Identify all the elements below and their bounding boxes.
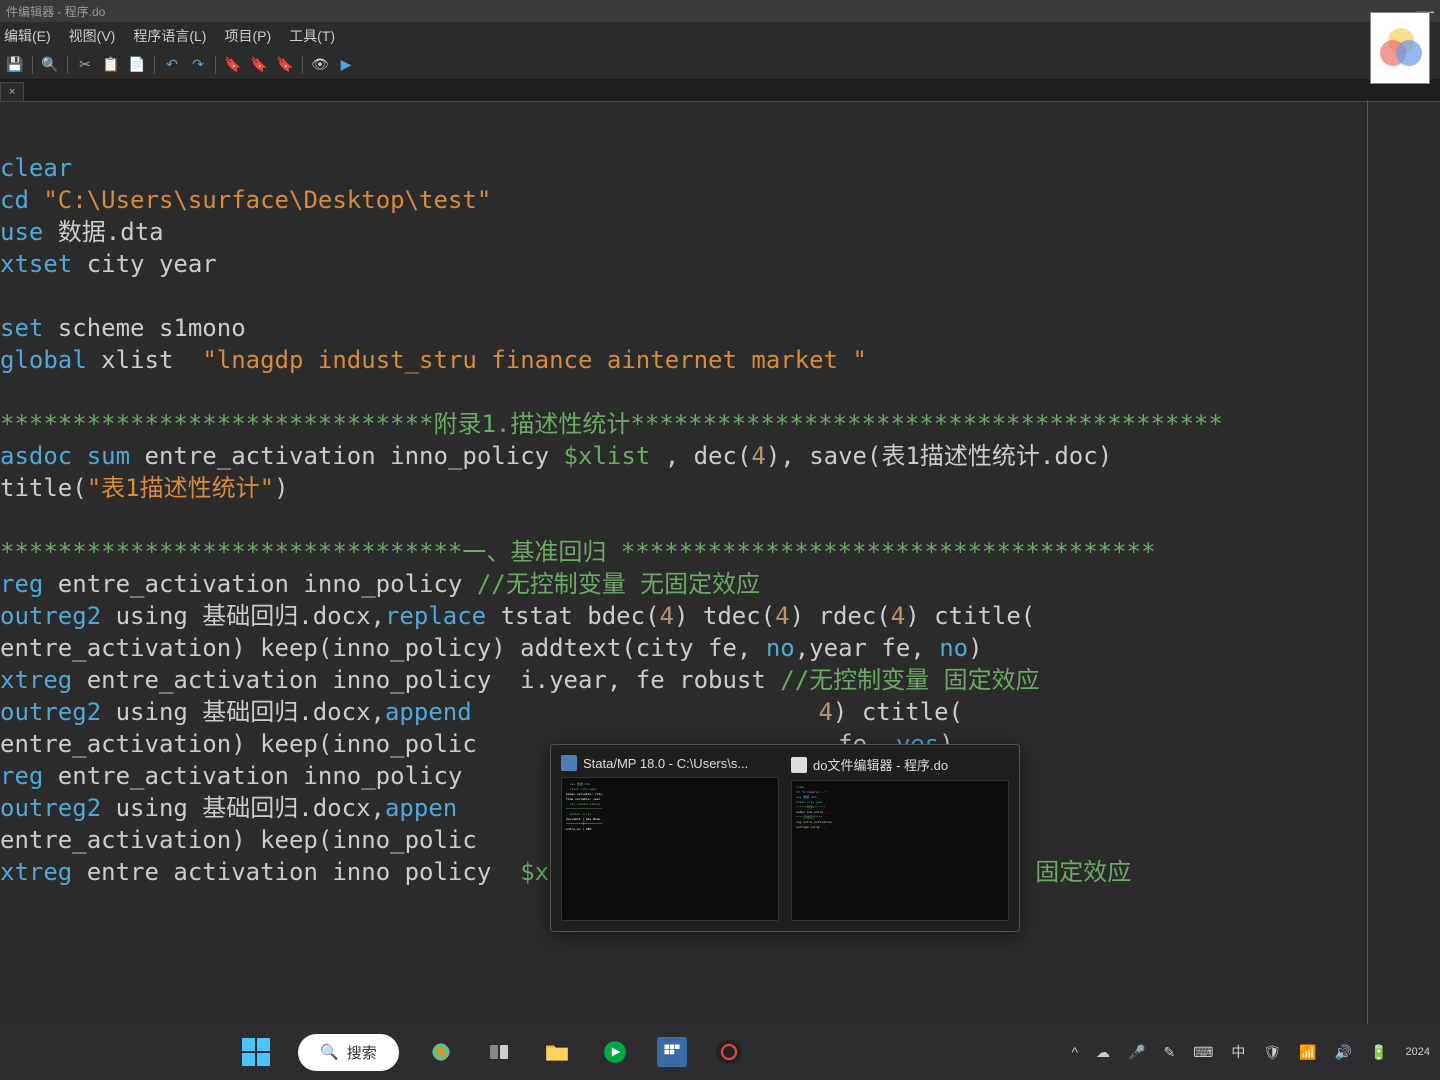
- start-button[interactable]: [240, 1036, 272, 1068]
- search-label: 搜索: [347, 1042, 377, 1063]
- search-button[interactable]: 🔍 搜索: [298, 1034, 399, 1071]
- search-icon: 🔍: [320, 1043, 339, 1061]
- separator: [215, 56, 216, 74]
- ruler-line: [1367, 100, 1368, 1080]
- menu-language[interactable]: 程序语言(L): [133, 26, 206, 46]
- task-item-stata[interactable]: Stata/MP 18.0 - C:\Users\s... . use 数据.d…: [561, 755, 779, 921]
- venn-icon: [1378, 26, 1422, 70]
- explorer-icon[interactable]: [541, 1036, 573, 1068]
- menu-edit[interactable]: 编辑(E): [4, 26, 51, 46]
- tray-volume-icon[interactable]: 🔊: [1335, 1044, 1352, 1061]
- menu-project[interactable]: 项目(P): [224, 26, 271, 46]
- tray-battery-icon[interactable]: 🔋: [1370, 1044, 1387, 1061]
- tray-chevron-icon[interactable]: ^: [1071, 1044, 1078, 1060]
- bookmark-next-icon[interactable]: 🔖: [250, 56, 268, 74]
- system-tray: ^ ☁ 🎤 ✎ ⌨ 中 🛡 📶 🔊 🔋 2024: [1071, 1024, 1430, 1080]
- window-title: 件编辑器 - 程序.do: [6, 3, 105, 20]
- bookmark-icon[interactable]: 🔖: [224, 56, 242, 74]
- cut-icon[interactable]: ✂: [76, 56, 94, 74]
- search-icon[interactable]: 🔍: [41, 56, 59, 74]
- menu-bar: 编辑(E) 视图(V) 程序语言(L) 项目(P) 工具(T): [0, 22, 1440, 50]
- doeditor-app-icon: [791, 757, 807, 773]
- tray-wifi-icon[interactable]: 📶: [1299, 1044, 1316, 1061]
- windows-logo-icon: [242, 1038, 270, 1066]
- title-bar: 件编辑器 - 程序.do —: [0, 0, 1440, 22]
- task-switcher: Stata/MP 18.0 - C:\Users\s... . use 数据.d…: [550, 744, 1020, 932]
- tray-mic-icon[interactable]: 🎤: [1128, 1044, 1145, 1061]
- separator: [154, 56, 155, 74]
- file-tab[interactable]: ×: [0, 82, 24, 101]
- undo-icon[interactable]: ↶: [163, 56, 181, 74]
- task-header: do文件编辑器 - 程序.do: [791, 755, 1009, 780]
- copilot-icon[interactable]: [425, 1036, 457, 1068]
- task-title: do文件编辑器 - 程序.do: [813, 755, 948, 774]
- tray-security-icon[interactable]: 🛡: [1263, 1044, 1281, 1061]
- stata-taskbar-icon[interactable]: [657, 1037, 687, 1067]
- task-item-doeditor[interactable]: do文件编辑器 - 程序.do clear cd "C:\Users\..." …: [791, 755, 1009, 921]
- task-view-icon[interactable]: [483, 1036, 515, 1068]
- separator: [32, 56, 33, 74]
- separator: [302, 56, 303, 74]
- run-icon[interactable]: ▶: [337, 56, 355, 74]
- redo-icon[interactable]: ↷: [189, 56, 207, 74]
- bookmark-prev-icon[interactable]: 🔖: [276, 56, 294, 74]
- stata-app-icon: [561, 755, 577, 771]
- paste-icon[interactable]: 📄: [128, 56, 146, 74]
- toolbar: 💾 🔍 ✂ 📋 📄 ↶ ↷ 🔖 🔖 🔖 👁 ▶: [0, 50, 1440, 80]
- menu-view[interactable]: 视图(V): [69, 26, 116, 46]
- app-icon-1[interactable]: [599, 1036, 631, 1068]
- record-icon[interactable]: [713, 1036, 745, 1068]
- menu-tools[interactable]: 工具(T): [289, 26, 335, 46]
- tray-clock[interactable]: 2024: [1406, 1046, 1430, 1058]
- separator: [67, 56, 68, 74]
- task-title: Stata/MP 18.0 - C:\Users\s...: [583, 756, 748, 771]
- graph-thumbnail[interactable]: [1370, 12, 1430, 84]
- task-header: Stata/MP 18.0 - C:\Users\s...: [561, 755, 779, 777]
- tray-cloud-icon[interactable]: ☁: [1096, 1044, 1110, 1061]
- tray-ime-icon[interactable]: 中: [1231, 1042, 1245, 1062]
- task-preview: clear cd "C:\Users\..." use 数据.dta xtset…: [791, 780, 1009, 921]
- taskbar: 🔍 搜索 ^ ☁ 🎤 ✎ ⌨ 中 🛡 📶 🔊 🔋 2024: [0, 1024, 1440, 1080]
- tray-keyboard-icon[interactable]: ⌨: [1193, 1044, 1213, 1061]
- task-preview: . use 数据.dta . xtset city year panel var…: [561, 777, 779, 921]
- copy-icon[interactable]: 📋: [102, 56, 120, 74]
- tab-bar: ×: [0, 80, 1440, 102]
- save-icon[interactable]: 💾: [6, 56, 24, 74]
- tray-pen-icon[interactable]: ✎: [1163, 1044, 1175, 1061]
- toggle-icon[interactable]: 👁: [311, 56, 329, 74]
